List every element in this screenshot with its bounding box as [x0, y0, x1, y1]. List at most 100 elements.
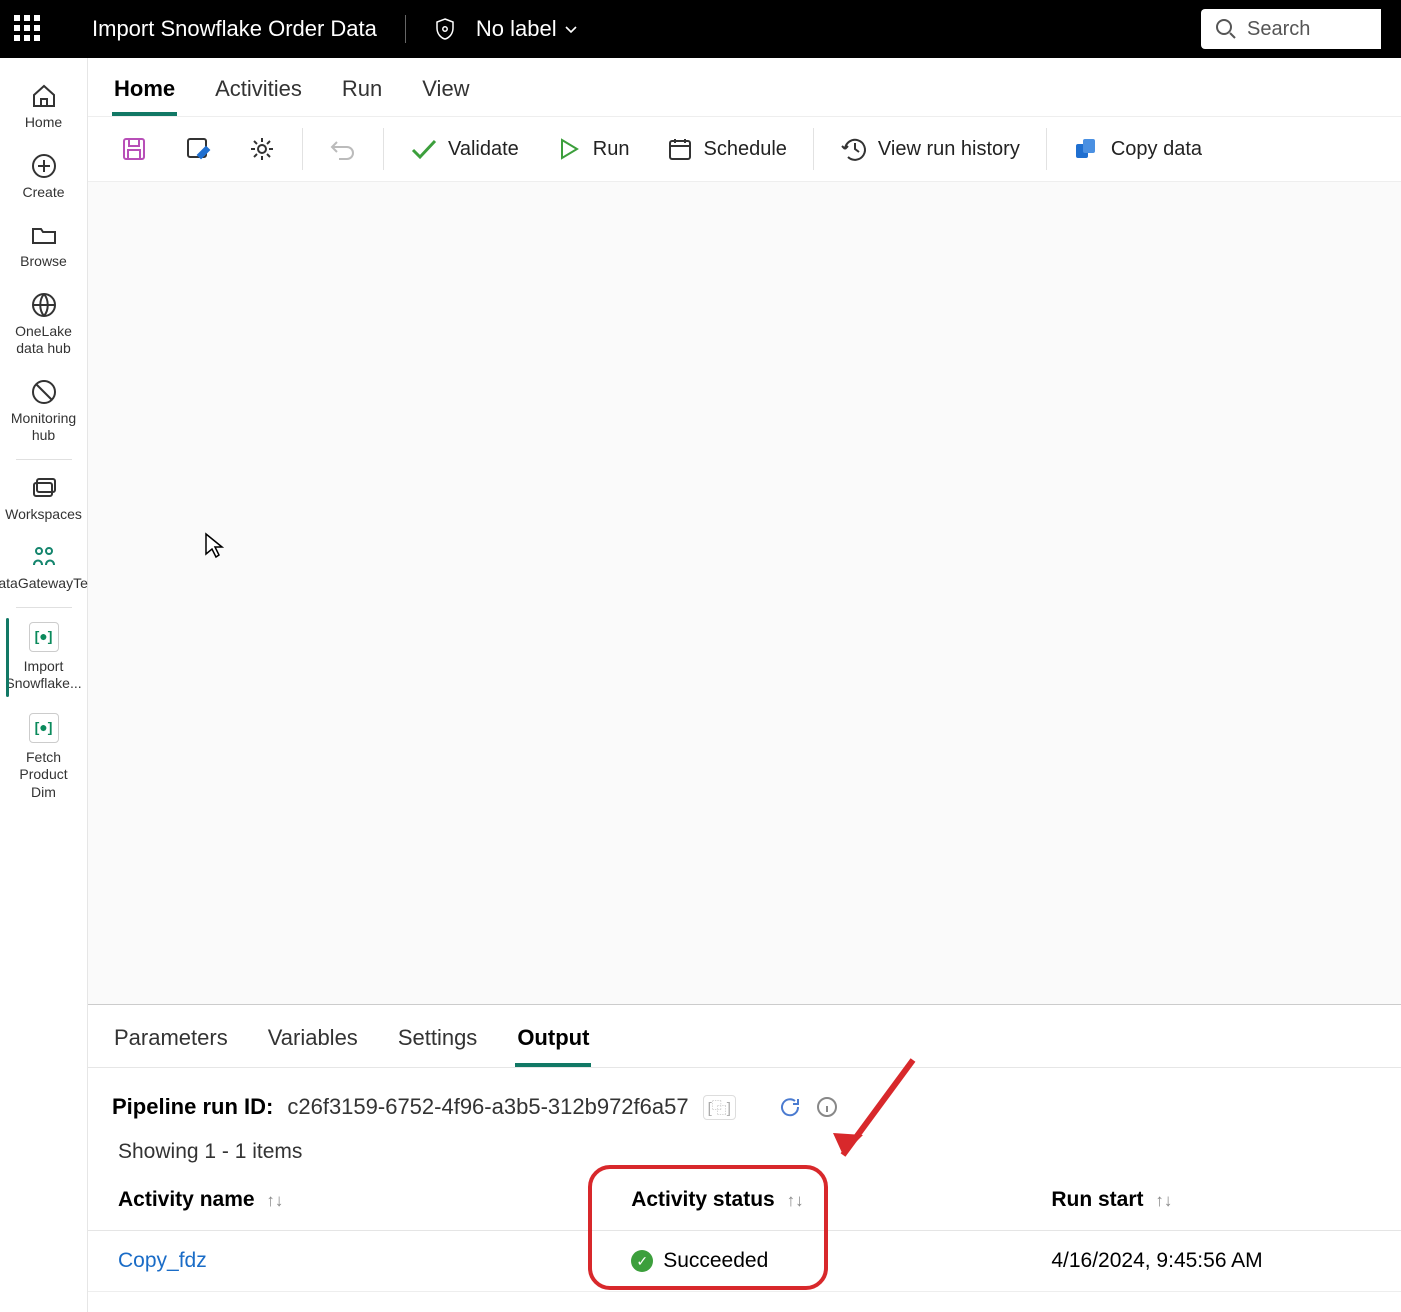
- nav-item-label: Create: [22, 184, 64, 202]
- showing-text: Showing 1 - 1 items: [88, 1126, 1401, 1170]
- sort-icon[interactable]: ↑↓: [1155, 1191, 1172, 1210]
- nav-home[interactable]: Home: [4, 72, 84, 142]
- bottom-panel: Parameters Variables Settings Output Pip…: [88, 1004, 1401, 1312]
- divider: [302, 128, 303, 170]
- tab-variables[interactable]: Variables: [266, 1019, 360, 1067]
- tab-home[interactable]: Home: [112, 68, 177, 116]
- top-bar: Import Snowflake Order Data No label Sea…: [0, 0, 1401, 58]
- button-label: Copy data: [1111, 138, 1202, 161]
- save-as-button[interactable]: [166, 127, 230, 171]
- nav-workspaces[interactable]: Workspaces: [4, 464, 84, 534]
- search-placeholder: Search: [1247, 18, 1310, 41]
- tab-output[interactable]: Output: [515, 1019, 591, 1067]
- pipeline-icon: [●]: [29, 713, 59, 743]
- copy-data-button[interactable]: Copy data: [1055, 127, 1220, 171]
- run-id-value: c26f3159-6752-4f96-a3b5-312b972f6a57: [287, 1094, 688, 1120]
- search-input[interactable]: Search: [1201, 9, 1381, 49]
- col-run-start[interactable]: Run start: [1051, 1188, 1143, 1211]
- nav-import-snowflake[interactable]: [●] Import Snowflake...: [4, 612, 84, 703]
- run-id-label: Pipeline run ID:: [112, 1094, 273, 1120]
- button-label: Run: [593, 138, 630, 161]
- chevron-down-icon: [563, 21, 579, 37]
- nav-datagateway[interactable]: DataGatewayTest: [4, 533, 84, 603]
- save-button[interactable]: [102, 127, 166, 171]
- save-icon: [120, 135, 148, 163]
- nav-item-label: Home: [25, 114, 62, 132]
- button-label: Validate: [448, 138, 519, 161]
- left-nav: Home Create Browse OneLake data hub Moni…: [0, 58, 88, 1312]
- tab-view[interactable]: View: [420, 68, 471, 116]
- divider: [813, 128, 814, 170]
- folder-icon: [30, 221, 58, 249]
- monitoring-icon: [30, 378, 58, 406]
- toolbar: Validate Run Schedule View run history: [88, 116, 1401, 182]
- globe-icon: [30, 291, 58, 319]
- button-label: Schedule: [704, 138, 787, 161]
- sort-icon[interactable]: ↑↓: [787, 1191, 804, 1210]
- save-pen-icon: [184, 135, 212, 163]
- undo-icon: [329, 135, 357, 163]
- gear-icon: [248, 135, 276, 163]
- nav-fetch-product[interactable]: [●] Fetch Product Dim: [4, 703, 84, 812]
- divider: [16, 459, 72, 460]
- workspace-item-icon: [30, 543, 58, 571]
- home-icon: [30, 82, 58, 110]
- success-check-icon: ✓: [631, 1250, 653, 1272]
- divider: [405, 15, 406, 43]
- divider: [383, 128, 384, 170]
- nav-item-label: Monitoring hub: [6, 410, 82, 445]
- copy-icon[interactable]: [⿻]: [703, 1095, 736, 1120]
- nav-item-label: Import Snowflake...: [5, 658, 81, 693]
- validate-button[interactable]: Validate: [392, 127, 537, 171]
- table-row[interactable]: Copy_fdz ✓ Succeeded 4/16/2024, 9:45:56 …: [88, 1231, 1401, 1292]
- sort-icon[interactable]: ↑↓: [266, 1191, 283, 1210]
- plus-circle-icon: [30, 152, 58, 180]
- pipeline-icon: [●]: [29, 622, 59, 652]
- refresh-icon[interactable]: [778, 1095, 802, 1119]
- search-icon: [1215, 18, 1237, 40]
- copy-data-icon: [1073, 135, 1101, 163]
- history-icon: [840, 135, 868, 163]
- nav-onelake[interactable]: OneLake data hub: [4, 281, 84, 368]
- nav-browse[interactable]: Browse: [4, 211, 84, 281]
- calendar-icon: [666, 135, 694, 163]
- play-icon: [555, 135, 583, 163]
- ribbon-tabs: Home Activities Run View: [88, 58, 1401, 116]
- tab-settings[interactable]: Settings: [396, 1019, 480, 1067]
- tab-run[interactable]: Run: [340, 68, 384, 116]
- cursor-icon: [204, 532, 224, 560]
- nav-item-label: Fetch Product Dim: [6, 749, 82, 802]
- view-run-history-button[interactable]: View run history: [822, 127, 1038, 171]
- col-activity-name[interactable]: Activity name: [118, 1188, 255, 1211]
- tab-parameters[interactable]: Parameters: [112, 1019, 230, 1067]
- check-icon: [410, 135, 438, 163]
- pipeline-canvas[interactable]: [88, 182, 1401, 1004]
- shield-icon: [434, 17, 456, 41]
- undo-button[interactable]: [311, 127, 375, 171]
- activity-name-link[interactable]: Copy_fdz: [118, 1249, 207, 1272]
- divider: [1046, 128, 1047, 170]
- output-table: Activity name ↑↓ Activity status ↑↓ Run …: [88, 1170, 1401, 1292]
- sensitivity-label-button[interactable]: No label: [476, 16, 579, 42]
- status-text: Succeeded: [663, 1249, 768, 1273]
- nav-item-label: DataGatewayTest: [0, 575, 99, 593]
- button-label: View run history: [878, 138, 1020, 161]
- page-title: Import Snowflake Order Data: [92, 16, 377, 42]
- run-button[interactable]: Run: [537, 127, 648, 171]
- schedule-button[interactable]: Schedule: [648, 127, 805, 171]
- app-launcher-icon[interactable]: [14, 15, 42, 43]
- sensitivity-label-text: No label: [476, 16, 557, 42]
- divider: [16, 607, 72, 608]
- nav-create[interactable]: Create: [4, 142, 84, 212]
- bottom-tabs: Parameters Variables Settings Output: [88, 1005, 1401, 1068]
- nav-item-label: OneLake data hub: [6, 323, 82, 358]
- info-icon[interactable]: [816, 1096, 838, 1118]
- tab-activities[interactable]: Activities: [213, 68, 304, 116]
- nav-item-label: Browse: [20, 253, 67, 271]
- workspaces-icon: [30, 474, 58, 502]
- settings-button[interactable]: [230, 127, 294, 171]
- nav-item-label: Workspaces: [5, 506, 82, 524]
- col-activity-status[interactable]: Activity status: [631, 1188, 775, 1211]
- nav-monitoring[interactable]: Monitoring hub: [4, 368, 84, 455]
- run-start-text: 4/16/2024, 9:45:56 AM: [1051, 1249, 1262, 1272]
